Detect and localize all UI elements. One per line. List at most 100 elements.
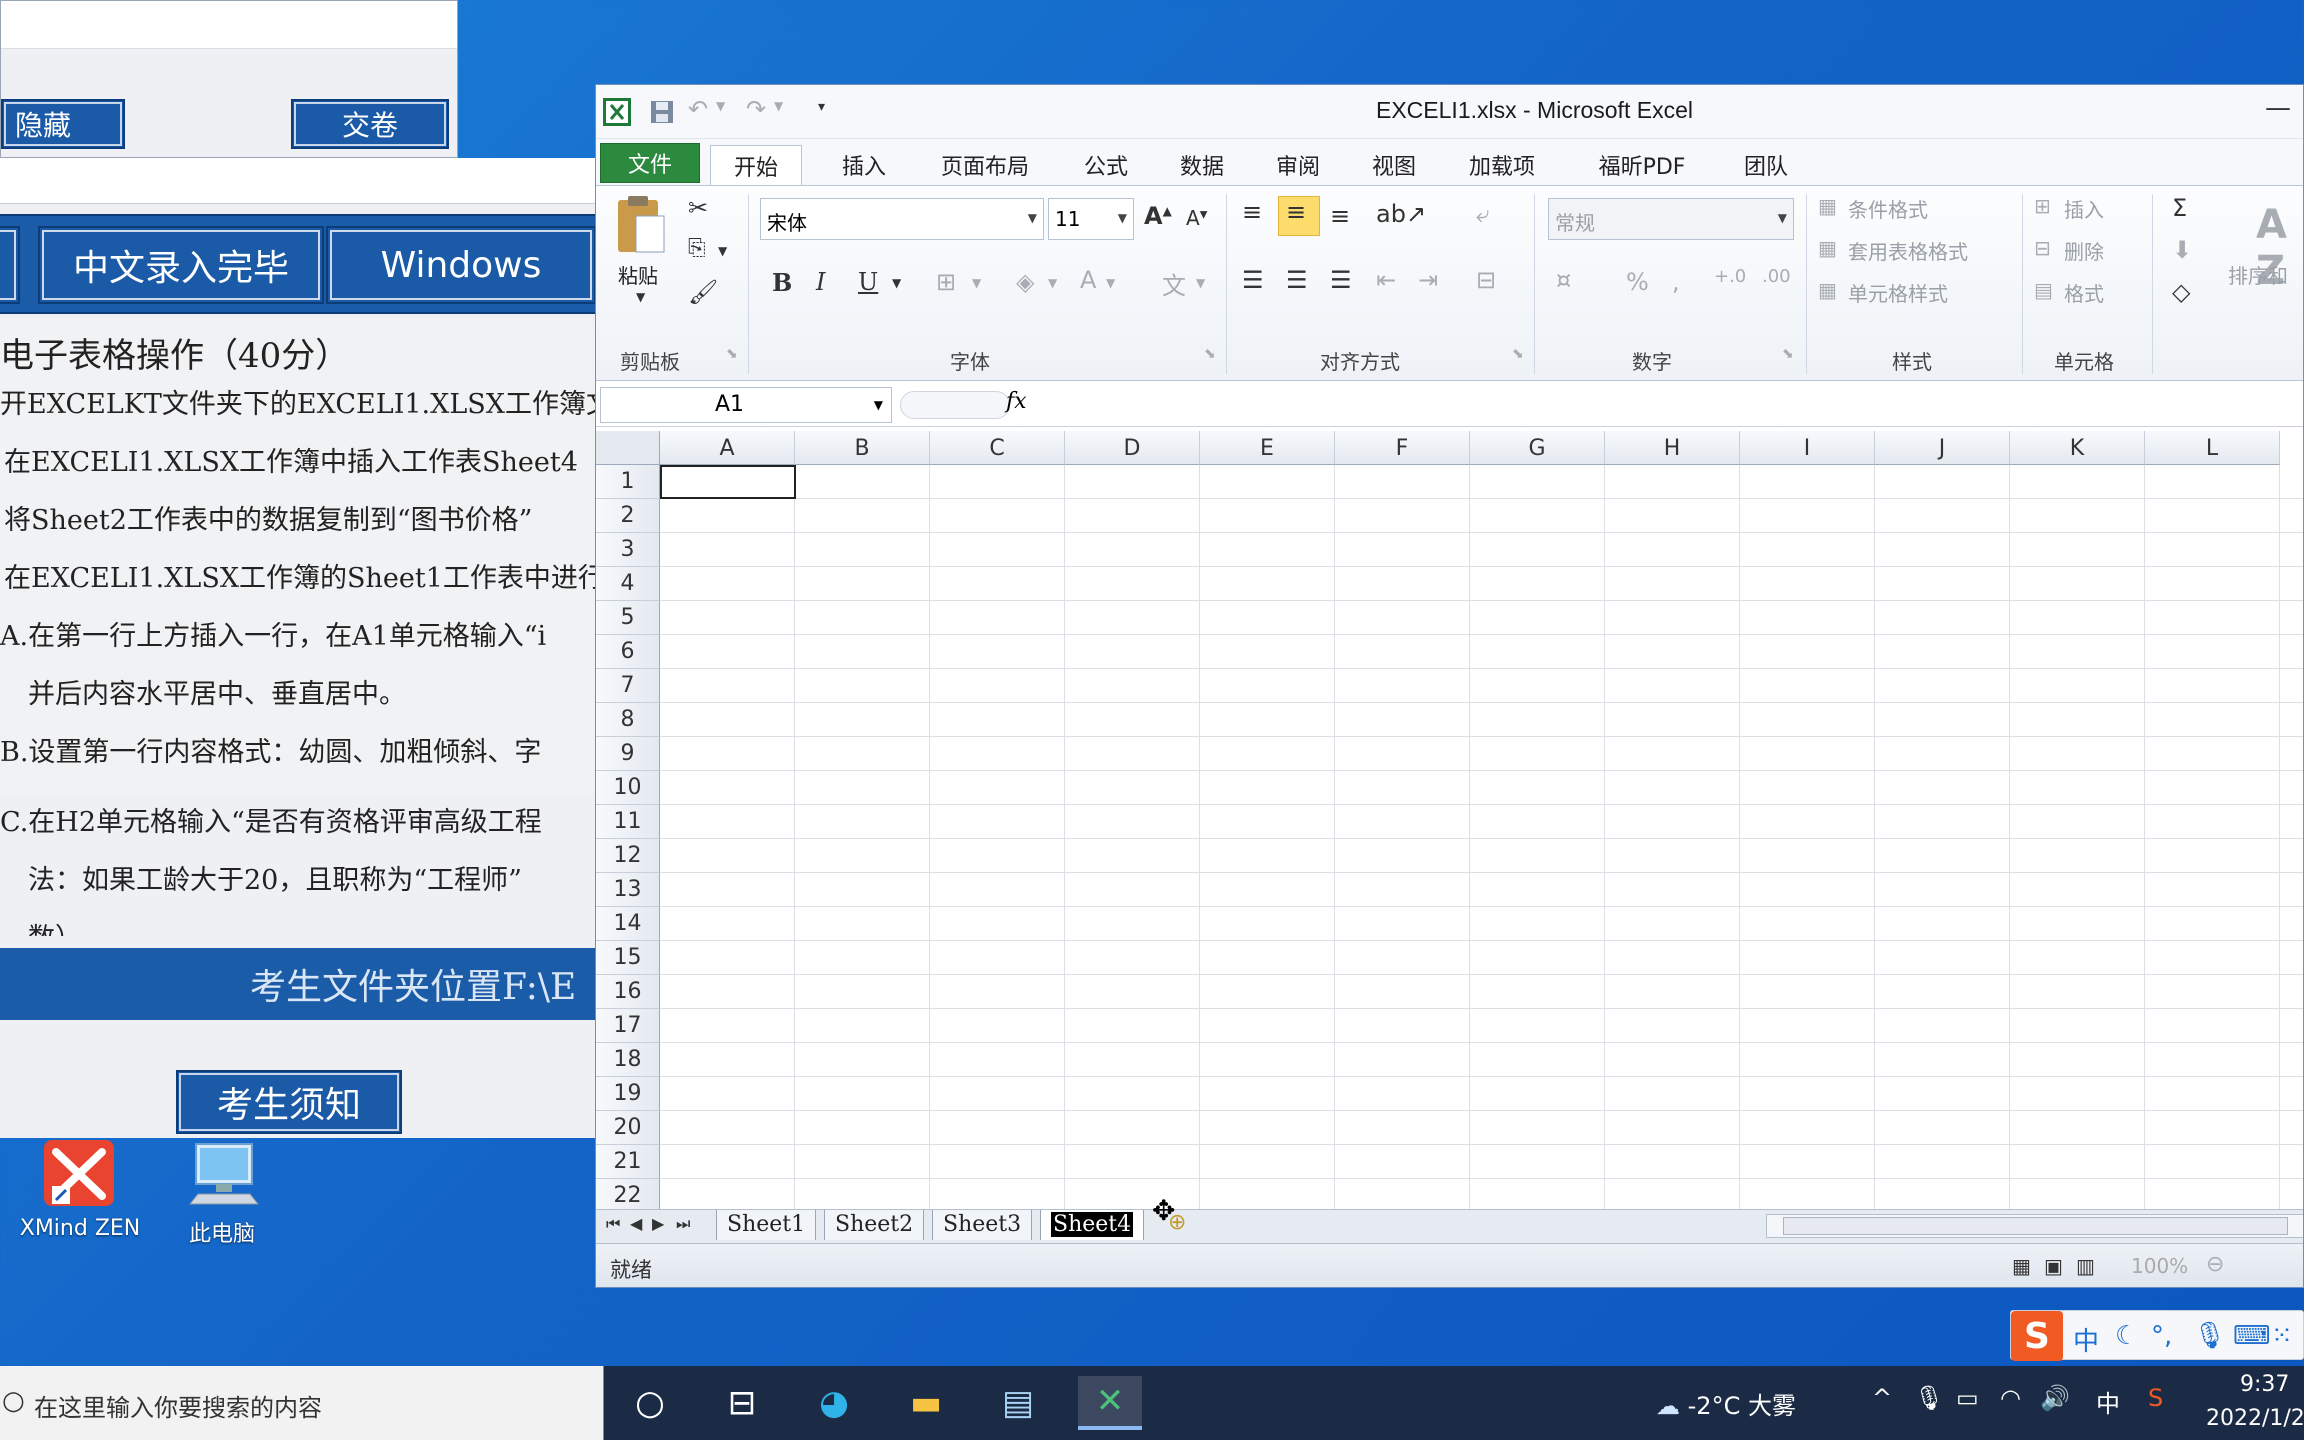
zoom-level[interactable]: 100%	[2131, 1254, 2188, 1278]
input-language[interactable]: 中	[2096, 1384, 2120, 1419]
normal-view-icon[interactable]: ▦	[2012, 1254, 2031, 1278]
clear-icon[interactable]: ◇	[2172, 278, 2190, 306]
edge-browser-icon[interactable]: ◕	[802, 1376, 866, 1430]
desktop-icon-xmind[interactable]: XMind ZEN	[10, 1140, 150, 1241]
exam-tab-windows[interactable]: Windows	[326, 226, 596, 304]
copy-icon[interactable]: ⎘	[688, 236, 706, 261]
row-header[interactable]: 9	[596, 737, 660, 771]
column-header[interactable]: H	[1605, 431, 1740, 465]
row-header[interactable]: 22	[596, 1179, 660, 1209]
cell-styles-button[interactable]: 单元格样式	[1848, 278, 1948, 307]
tab-addins[interactable]: 加载项	[1452, 145, 1552, 185]
row-header[interactable]: 3	[596, 533, 660, 567]
borders-dropdown-icon[interactable]: ▼	[972, 276, 981, 290]
insert-function-icon[interactable]: fx	[1006, 389, 1027, 414]
page-break-view-icon[interactable]: ▥	[2076, 1254, 2095, 1278]
worksheet-grid[interactable]: ABCDEFGHIJKL 1 2 3 4 5 6 7 8 9 10 11 12 13 14 15 16 17 18…	[596, 431, 2303, 1209]
number-launcher-icon[interactable]: ⬊	[1782, 346, 1794, 362]
sogou-tray-icon[interactable]: S	[2148, 1384, 2163, 1412]
font-launcher-icon[interactable]: ⬊	[1204, 346, 1216, 362]
zoom-out-icon[interactable]: ⊖	[2206, 1252, 2224, 1277]
delete-cells-button[interactable]: 删除	[2064, 236, 2104, 265]
battery-icon[interactable]: ▭	[1956, 1384, 1979, 1412]
column-header[interactable]: D	[1065, 431, 1200, 465]
wrap-text-icon[interactable]: ⤶	[1476, 200, 1489, 228]
fill-dropdown-icon[interactable]: ▼	[1048, 276, 1057, 290]
exam-tab-previous[interactable]	[0, 226, 20, 304]
underline-dropdown-icon[interactable]: ▼	[892, 276, 901, 290]
column-header[interactable]: K	[2010, 431, 2145, 465]
first-sheet-icon[interactable]: ⏮	[606, 1214, 620, 1234]
sheet-tab-sheet4[interactable]: Sheet4	[1040, 1210, 1145, 1240]
sheet-tab-sheet2[interactable]: Sheet2	[824, 1210, 925, 1240]
clipboard-launcher-icon[interactable]: ⬊	[726, 346, 738, 362]
sogou-logo-icon[interactable]: S	[2011, 1311, 2063, 1361]
exam-notice-button[interactable]: 考生须知	[176, 1070, 402, 1134]
selected-cell-a1[interactable]	[660, 465, 796, 499]
shrink-font-icon[interactable]: A▼	[1186, 206, 1207, 230]
format-cells-button[interactable]: 格式	[2064, 278, 2104, 307]
excel-taskbar-icon[interactable]: ✕	[1078, 1376, 1142, 1430]
cut-icon[interactable]: ✂	[688, 194, 708, 222]
column-header[interactable]: B	[795, 431, 930, 465]
bold-icon[interactable]: B	[772, 268, 792, 297]
customize-qat-icon[interactable]: ▾	[818, 99, 825, 115]
grid-menu-icon[interactable]: ⁙	[2271, 1321, 2293, 1351]
cell-styles-icon[interactable]: ▦	[1818, 278, 1837, 302]
name-box[interactable]: A1 ▼	[600, 387, 892, 423]
undo-dropdown-icon[interactable]: ▼	[716, 99, 725, 113]
row-header[interactable]: 15	[596, 941, 660, 975]
row-header[interactable]: 12	[596, 839, 660, 873]
clock-date[interactable]: 2022/1/2	[2206, 1406, 2304, 1431]
row-header[interactable]: 6	[596, 635, 660, 669]
column-header[interactable]: L	[2145, 431, 2280, 465]
row-header[interactable]: 13	[596, 873, 660, 907]
increase-indent-icon[interactable]: ⇥	[1418, 266, 1438, 294]
row-header[interactable]: 11	[596, 805, 660, 839]
row-header[interactable]: 8	[596, 703, 660, 737]
column-header[interactable]: C	[930, 431, 1065, 465]
conditional-format-icon[interactable]: ▦	[1818, 194, 1837, 218]
column-header[interactable]: J	[1875, 431, 2010, 465]
align-right-icon[interactable]: ☰	[1330, 266, 1352, 294]
redo-icon[interactable]: ↷	[746, 95, 766, 123]
align-top-icon[interactable]: ≡	[1242, 198, 1262, 226]
format-as-table-button[interactable]: 套用表格格式	[1848, 236, 1968, 265]
show-hidden-icons-icon[interactable]: ^	[1872, 1384, 1892, 1412]
row-header[interactable]: 1	[596, 465, 660, 499]
phonetic-dropdown-icon[interactable]: ▼	[1196, 276, 1205, 290]
comma-icon[interactable]: ,	[1672, 268, 1680, 296]
sort-filter-button[interactable]: 排序和	[2228, 260, 2288, 289]
task-view-icon[interactable]: ○	[618, 1376, 682, 1430]
row-header[interactable]: 16	[596, 975, 660, 1009]
format-cells-icon[interactable]: ▤	[2034, 278, 2053, 302]
font-color-dropdown-icon[interactable]: ▼	[1106, 276, 1115, 290]
increase-decimal-icon[interactable]: +.0	[1714, 266, 1746, 287]
row-header[interactable]: 4	[596, 567, 660, 601]
row-header[interactable]: 17	[596, 1009, 660, 1043]
row-header[interactable]: 19	[596, 1077, 660, 1111]
redo-dropdown-icon[interactable]: ▼	[774, 99, 783, 113]
tab-file[interactable]: 文件	[600, 143, 700, 183]
row-header[interactable]: 20	[596, 1111, 660, 1145]
last-sheet-icon[interactable]: ⏭	[676, 1214, 690, 1234]
align-left-icon[interactable]: ☰	[1242, 266, 1264, 294]
paste-label[interactable]: 粘贴	[618, 260, 658, 289]
desktop-icon-this-pc[interactable]: 此电脑	[160, 1140, 284, 1248]
column-header[interactable]: I	[1740, 431, 1875, 465]
wifi-icon[interactable]: ◠	[2000, 1384, 2021, 1412]
microphone-tray-icon[interactable]: 🎙	[1914, 1384, 1944, 1412]
insert-cells-button[interactable]: 插入	[2064, 194, 2104, 223]
paste-icon[interactable]	[614, 194, 668, 256]
decrease-indent-icon[interactable]: ⇤	[1376, 266, 1396, 294]
orientation-icon[interactable]: ab↗	[1376, 200, 1426, 228]
clock-time[interactable]: 9:37	[2240, 1372, 2289, 1397]
tab-foxit-pdf[interactable]: 福昕PDF	[1572, 145, 1712, 185]
percent-icon[interactable]: %	[1626, 268, 1649, 296]
fill-color-icon[interactable]: ◈	[1016, 268, 1034, 296]
widgets-icon[interactable]: ⊟	[710, 1376, 774, 1430]
exam-tab-chinese[interactable]: 中文录入完毕	[38, 226, 324, 304]
align-bottom-icon[interactable]: ≡	[1330, 202, 1350, 230]
paste-dropdown-icon[interactable]: ▼	[636, 290, 645, 304]
column-header[interactable]: A	[660, 431, 795, 465]
